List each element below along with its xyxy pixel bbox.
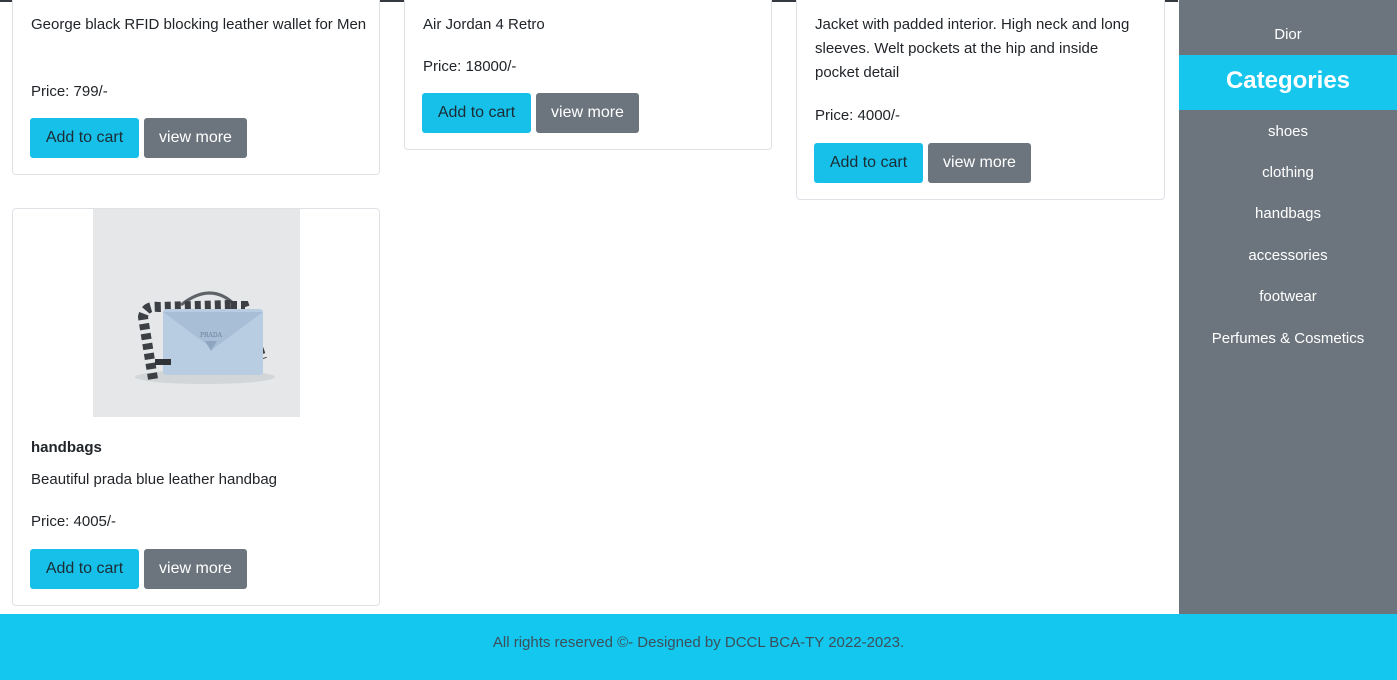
add-to-cart-button[interactable]: Add to cart [30, 118, 139, 158]
view-more-button[interactable]: view more [144, 118, 247, 158]
categories-sidebar: Dior Categories shoes clothing handbags … [1179, 0, 1397, 614]
prada-logo-text: PRADA [200, 332, 223, 339]
product-price: Price: 4005/- [31, 513, 117, 530]
product-description: Air Jordan 4 Retro [423, 16, 545, 33]
categories-heading: Categories [1179, 55, 1397, 110]
add-to-cart-button[interactable]: Add to cart [30, 549, 139, 589]
page-footer: All rights reserved ©- Designed by DCCL … [0, 614, 1397, 680]
product-price: Price: 18000/- [423, 58, 517, 75]
sidebar-item-accessories[interactable]: accessories [1179, 247, 1397, 264]
footer-copyright: All rights reserved ©- Designed by DCCL … [492, 634, 905, 651]
product-card-jacket: Jacket with padded interior. High neck a… [796, 0, 1165, 200]
product-card-wallet: George black RFID blocking leather walle… [12, 0, 380, 175]
product-card-shoes: Air Jordan 4 Retro Price: 18000/- Add to… [404, 0, 772, 150]
product-description: Jacket with padded interior. High neck a… [815, 16, 1130, 81]
sidebar-item-clothing[interactable]: clothing [1179, 164, 1397, 181]
product-title: handbags [31, 439, 102, 456]
sidebar-item-handbags[interactable]: handbags [1179, 205, 1397, 222]
view-more-button[interactable]: view more [144, 549, 247, 589]
handbag-icon: PRADA [135, 291, 275, 384]
view-more-button[interactable]: view more [928, 143, 1031, 183]
sidebar-item-shoes[interactable]: shoes [1179, 123, 1397, 140]
add-to-cart-button[interactable]: Add to cart [814, 143, 923, 183]
product-description: George black RFID blocking leather walle… [31, 16, 367, 33]
view-more-button[interactable]: view more [536, 93, 639, 133]
sidebar-item-dior[interactable]: Dior [1179, 26, 1397, 43]
sidebar-item-perfumes-cosmetics[interactable]: Perfumes & Cosmetics [1179, 330, 1397, 347]
add-to-cart-button[interactable]: Add to cart [422, 93, 531, 133]
product-card-handbag: PRADA handbags Beautiful prada blue leat… [12, 208, 380, 606]
product-price: Price: 799/- [31, 83, 108, 100]
product-price: Price: 4000/- [815, 107, 901, 124]
prada-handbag-image[interactable]: PRADA [93, 209, 300, 417]
sidebar-item-footwear[interactable]: footwear [1179, 288, 1397, 305]
product-description: Beautiful prada blue leather handbag [31, 471, 278, 488]
